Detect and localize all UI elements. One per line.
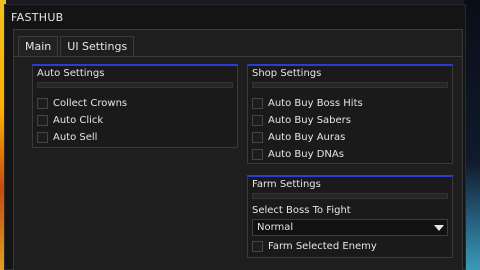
window-title[interactable]: FASTHUB <box>11 11 64 24</box>
auto-buy-boss-hits-toggle[interactable]: Auto Buy Boss Hits <box>252 96 363 110</box>
auto-settings-bar <box>37 82 233 88</box>
collect-crowns-toggle[interactable]: Collect Crowns <box>37 96 127 110</box>
toggle-label: Auto Click <box>53 114 104 126</box>
game-background-right <box>464 0 480 270</box>
auto-buy-sabers-toggle[interactable]: Auto Buy Sabers <box>252 113 351 127</box>
toggle-label: Auto Buy Boss Hits <box>268 97 363 109</box>
shop-settings-bar <box>252 82 448 88</box>
tab-divider <box>14 56 462 57</box>
shop-settings-title: Shop Settings <box>252 68 322 79</box>
checkbox[interactable] <box>37 97 48 109</box>
farm-selected-enemy-toggle[interactable]: Farm Selected Enemy <box>252 239 377 253</box>
toggle-label: Collect Crowns <box>53 97 128 109</box>
auto-sell-toggle[interactable]: Auto Sell <box>37 130 97 144</box>
checkbox[interactable] <box>252 131 263 143</box>
toggle-label: Auto Buy DNAs <box>268 148 344 160</box>
shop-settings-section: Shop Settings Auto Buy Boss Hits Auto Bu… <box>247 64 453 164</box>
auto-buy-dnas-toggle[interactable]: Auto Buy DNAs <box>252 147 344 161</box>
toggle-label: Farm Selected Enemy <box>268 240 377 252</box>
fasthub-window: FASTHUB Main UI Settings Auto Settings C… <box>4 4 466 270</box>
select-boss-dropdown[interactable]: Normal <box>252 219 448 236</box>
farm-settings-section: Farm Settings Select Boss To Fight Norma… <box>247 175 453 258</box>
checkbox[interactable] <box>37 114 48 126</box>
farm-settings-bar <box>252 193 448 199</box>
toggle-label: Auto Sell <box>53 131 98 143</box>
checkbox[interactable] <box>252 114 263 126</box>
triangle-down-icon[interactable] <box>431 224 447 231</box>
toggle-label: Auto Buy Sabers <box>268 114 351 126</box>
tab-content-panel: Main UI Settings Auto Settings Collect C… <box>13 29 463 270</box>
auto-click-toggle[interactable]: Auto Click <box>37 113 103 127</box>
tab-main[interactable]: Main <box>18 36 59 56</box>
checkbox[interactable] <box>37 131 48 143</box>
tab-ui-settings[interactable]: UI Settings <box>60 36 135 56</box>
dropdown-value: Normal <box>257 222 294 233</box>
checkbox[interactable] <box>252 240 263 252</box>
checkbox[interactable] <box>252 148 263 160</box>
farm-settings-title: Farm Settings <box>252 179 321 190</box>
select-boss-label: Select Boss To Fight <box>252 205 351 216</box>
checkbox[interactable] <box>252 97 263 109</box>
auto-settings-section: Auto Settings Collect Crowns Auto Click … <box>32 64 238 148</box>
tab-bar: Main UI Settings <box>18 36 136 56</box>
auto-buy-auras-toggle[interactable]: Auto Buy Auras <box>252 130 345 144</box>
toggle-label: Auto Buy Auras <box>268 131 346 143</box>
auto-settings-title: Auto Settings <box>37 68 105 79</box>
